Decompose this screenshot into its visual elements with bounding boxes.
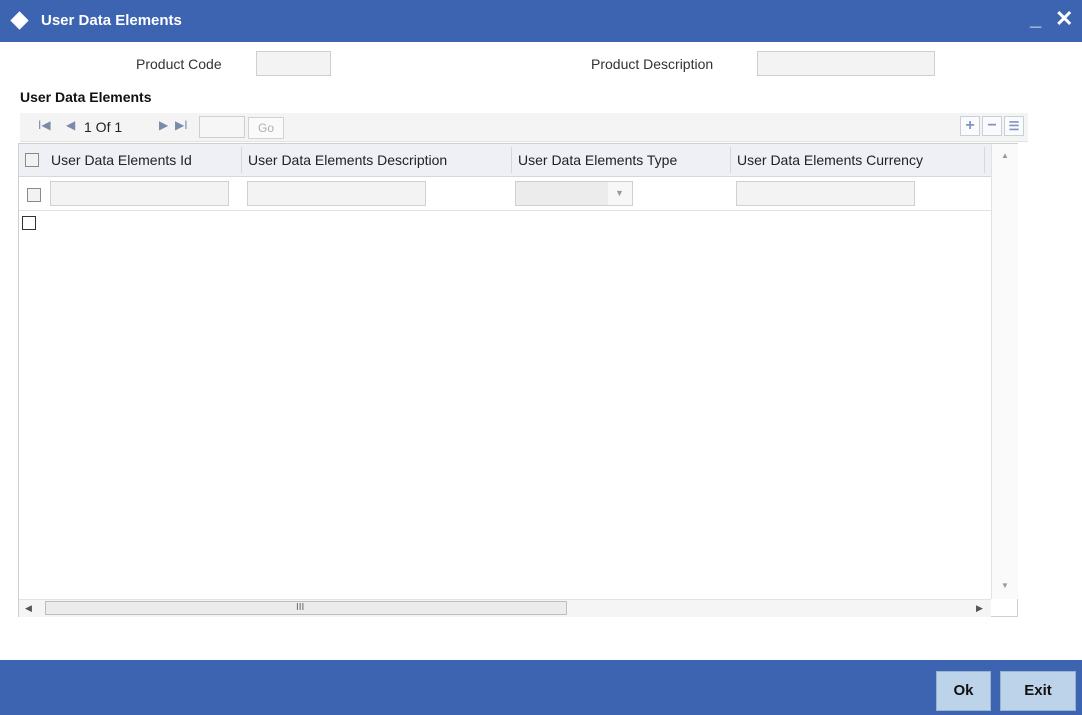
select-value [516, 182, 608, 205]
column-header-currency[interactable]: User Data Elements Currency [737, 152, 923, 168]
product-description-field[interactable] [757, 51, 935, 76]
column-divider[interactable] [984, 147, 985, 173]
page-indicator: 1 Of 1 [84, 119, 123, 135]
grid-header: User Data Elements Id User Data Elements… [19, 144, 991, 177]
horizontal-scroll-thumb[interactable]: III [45, 601, 567, 615]
scroll-left-icon[interactable]: ◀ [25, 603, 32, 614]
chevron-down-icon: ▼ [615, 188, 624, 198]
section-title: User Data Elements [20, 89, 152, 105]
user-data-element-id-field[interactable] [50, 181, 229, 206]
data-grid: User Data Elements Id User Data Elements… [18, 143, 1018, 617]
ok-button[interactable]: Ok [936, 671, 991, 711]
user-data-element-currency-field[interactable] [736, 181, 915, 206]
column-header-type[interactable]: User Data Elements Type [518, 152, 677, 168]
grid-pager: I◀ ◀ 1 Of 1 ▶ ▶I Go + − ☰ [20, 113, 1028, 142]
prev-page-icon[interactable]: ◀ [66, 118, 75, 132]
row-marker-checkbox[interactable] [22, 216, 36, 230]
vertical-scrollbar[interactable]: ▲ ▼ [991, 144, 1018, 599]
delete-row-button[interactable]: − [982, 116, 1002, 136]
product-code-field[interactable] [256, 51, 331, 76]
column-divider[interactable] [511, 147, 512, 173]
horizontal-scrollbar[interactable]: ◀ III ▶ [19, 599, 991, 617]
scroll-down-icon[interactable]: ▼ [1001, 581, 1009, 590]
page-number-input[interactable] [199, 116, 245, 138]
product-code-label: Product Code [136, 56, 222, 72]
title-bar: User Data Elements _ ✕ [0, 0, 1082, 42]
column-divider[interactable] [241, 147, 242, 173]
first-page-icon[interactable]: I◀ [38, 118, 51, 132]
add-row-button[interactable]: + [960, 116, 980, 136]
close-icon[interactable]: ✕ [1055, 6, 1073, 32]
user-data-element-description-field[interactable] [247, 181, 426, 206]
scroll-grip: III [296, 602, 305, 613]
minimize-icon[interactable]: _ [1030, 8, 1041, 31]
row-checkbox[interactable] [27, 188, 41, 202]
select-all-checkbox[interactable] [25, 153, 39, 167]
product-description-label: Product Description [591, 56, 714, 72]
single-view-button[interactable]: ☰ [1004, 116, 1024, 136]
exit-button[interactable]: Exit [1000, 671, 1076, 711]
column-header-id[interactable]: User Data Elements Id [51, 152, 192, 168]
scroll-right-icon[interactable]: ▶ [976, 603, 983, 614]
scroll-up-icon[interactable]: ▲ [1001, 151, 1009, 160]
window-title: User Data Elements [41, 12, 182, 29]
column-header-description[interactable]: User Data Elements Description [248, 152, 447, 168]
column-divider[interactable] [730, 147, 731, 173]
user-data-element-type-select[interactable]: ▼ [515, 181, 633, 206]
go-button[interactable]: Go [248, 117, 284, 139]
diamond-icon [10, 11, 29, 30]
row-divider [19, 210, 991, 211]
footer-bar: Ok Exit [0, 660, 1082, 715]
last-page-icon[interactable]: ▶I [175, 118, 188, 132]
next-page-icon[interactable]: ▶ [159, 118, 168, 132]
